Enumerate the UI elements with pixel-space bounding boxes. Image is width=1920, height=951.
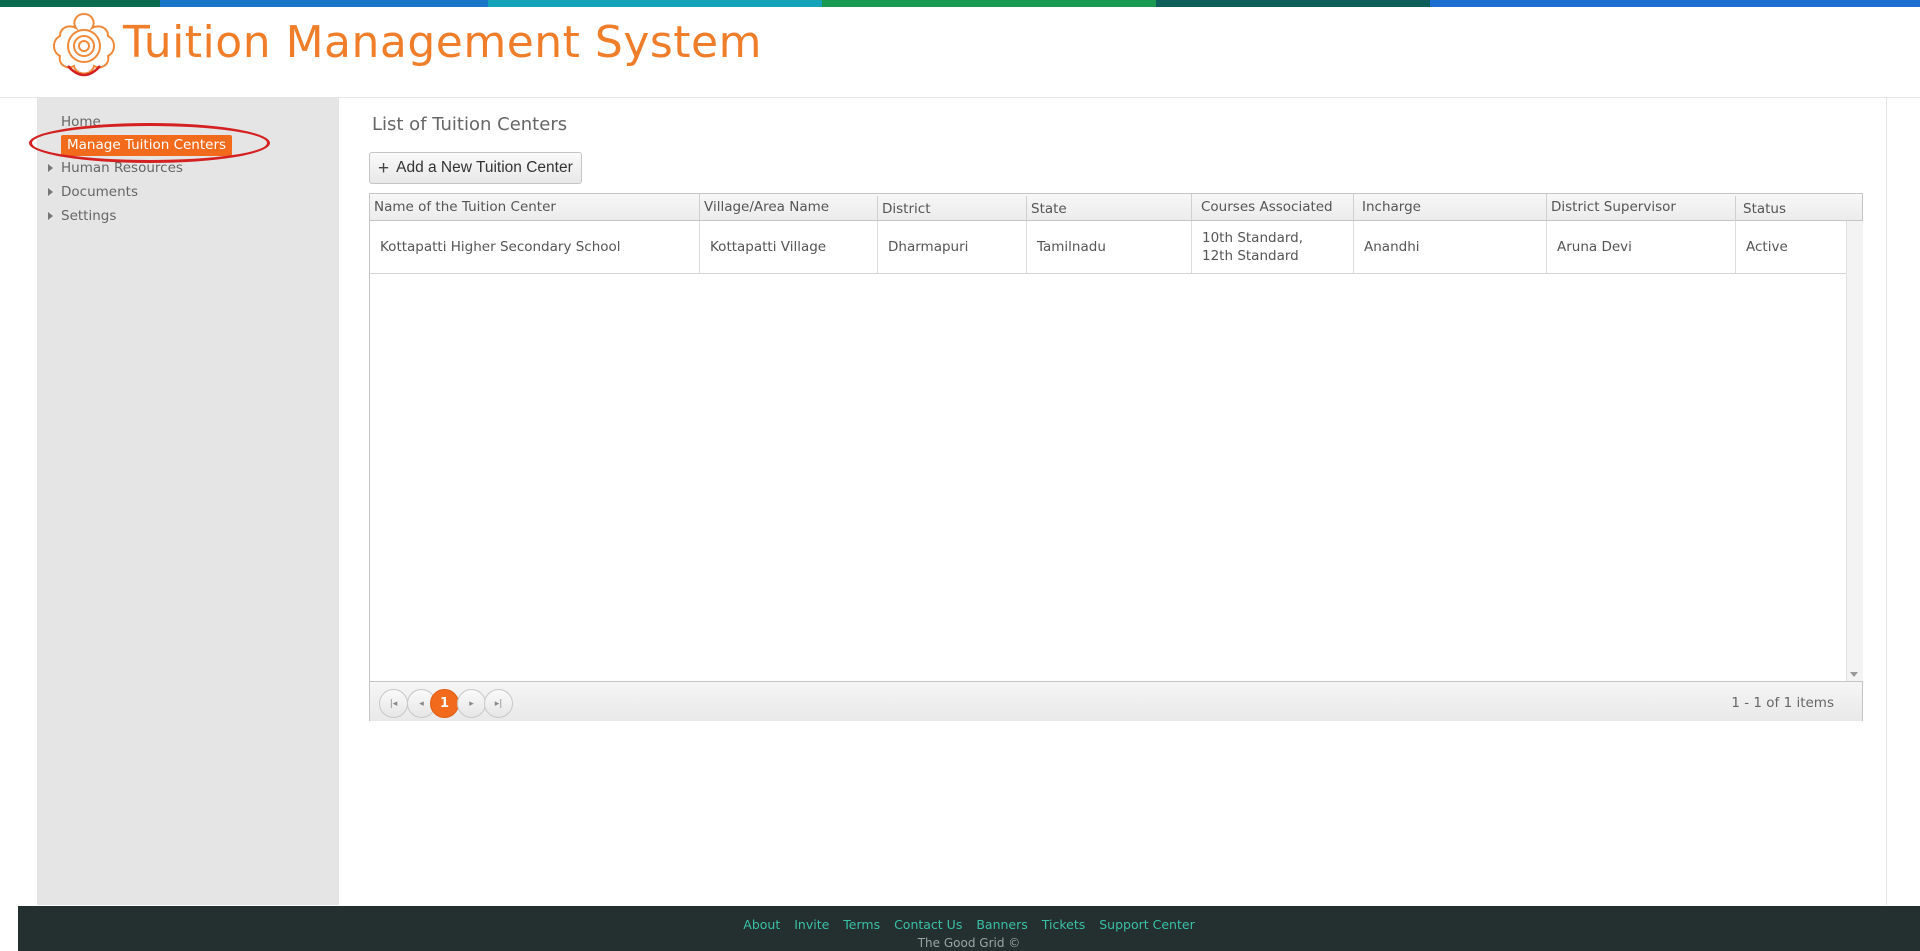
sidebar: Home Manage Tuition Centers Human Resour… [37, 98, 339, 905]
last-page-icon: ▸| [494, 698, 503, 709]
column-header-district-supervisor[interactable]: District Supervisor [1546, 194, 1736, 220]
last-page-button[interactable]: ▸| [484, 689, 513, 718]
add-button-label: Add a New Tuition Center [396, 159, 573, 176]
cell-district-supervisor: Aruna Devi [1546, 221, 1736, 273]
cell-incharge: Anandhi [1353, 221, 1547, 273]
next-page-icon: ▸ [469, 698, 474, 709]
first-page-icon: |◂ [389, 698, 398, 709]
expand-arrow-icon [48, 164, 53, 172]
footer-link-support-center[interactable]: Support Center [1099, 917, 1194, 932]
cell-village: Kottapatti Village [699, 221, 878, 273]
expand-arrow-icon [48, 188, 53, 196]
expand-arrow-icon [48, 212, 53, 220]
app-header: Tuition Management System [0, 7, 1920, 98]
cell-state: Tamilnadu [1026, 221, 1192, 273]
footer-link-tickets[interactable]: Tickets [1042, 917, 1086, 932]
next-page-button[interactable]: ▸ [457, 689, 486, 718]
column-header-name[interactable]: Name of the Tuition Center [370, 194, 699, 220]
column-header-village[interactable]: Village/Area Name [699, 194, 878, 220]
cell-courses: 10th Standard, 12th Standard [1191, 221, 1354, 273]
strip-segment-1 [0, 0, 160, 7]
strip-segment-6 [1430, 0, 1920, 7]
scroll-down-arrow-icon[interactable] [1850, 672, 1858, 677]
strip-segment-4 [822, 0, 1156, 7]
sidebar-item-label: Documents [61, 184, 138, 200]
flower-logo-icon [53, 12, 115, 77]
cell-district: Dharmapuri [877, 221, 1027, 273]
column-header-state[interactable]: State [1026, 196, 1192, 222]
page-title: List of Tuition Centers [372, 114, 568, 135]
footer-link-about[interactable]: About [743, 917, 780, 932]
strip-segment-2 [160, 0, 488, 7]
plus-icon: + [378, 157, 390, 179]
sidebar-item-settings[interactable]: Settings [48, 208, 117, 224]
strip-segment-3 [488, 0, 822, 7]
footer-link-terms[interactable]: Terms [843, 917, 880, 932]
column-header-district[interactable]: District [877, 196, 1027, 222]
add-tuition-center-button[interactable]: + Add a New Tuition Center [369, 152, 582, 184]
sidebar-item-label: Manage Tuition Centers [67, 137, 227, 153]
table-row[interactable]: Kottapatti Higher Secondary School Kotta… [370, 221, 1846, 274]
column-header-courses[interactable]: Courses Associated [1191, 194, 1354, 220]
grid-pager: |◂ ◂ 1 ▸ ▸| 1 - 1 of 1 items [370, 681, 1862, 721]
top-color-strip [0, 0, 1920, 7]
sidebar-item-manage-tuition-centers[interactable]: Manage Tuition Centers [61, 135, 233, 156]
pager-info: 1 - 1 of 1 items [1731, 695, 1834, 711]
vertical-scrollbar[interactable] [1846, 221, 1863, 681]
strip-segment-5 [1156, 0, 1430, 7]
sidebar-item-label: Home [61, 114, 101, 130]
column-header-status[interactable]: Status [1735, 196, 1847, 222]
page-1-button[interactable]: 1 [430, 689, 459, 718]
footer-link-banners[interactable]: Banners [976, 917, 1027, 932]
first-page-button[interactable]: |◂ [379, 689, 408, 718]
sidebar-item-documents[interactable]: Documents [48, 184, 138, 200]
sidebar-item-label: Human Resources [61, 160, 183, 176]
tuition-centers-grid: Name of the Tuition Center Village/Area … [369, 193, 1863, 721]
footer-link-invite[interactable]: Invite [794, 917, 829, 932]
footer: About Invite Terms Contact Us Banners Ti… [18, 906, 1920, 951]
footer-links: About Invite Terms Contact Us Banners Ti… [18, 917, 1920, 932]
prev-page-icon: ◂ [419, 698, 424, 709]
column-header-incharge[interactable]: Incharge [1353, 194, 1547, 220]
sidebar-item-home[interactable]: Home [61, 114, 101, 130]
sidebar-item-human-resources[interactable]: Human Resources [48, 160, 183, 176]
grid-header: Name of the Tuition Center Village/Area … [370, 194, 1862, 222]
content-right-border [1886, 98, 1887, 905]
sidebar-item-label: Settings [61, 208, 117, 224]
footer-copyright: The Good Grid © [917, 936, 1021, 950]
app-title: Tuition Management System [123, 17, 762, 68]
footer-link-contact-us[interactable]: Contact Us [894, 917, 962, 932]
cell-name: Kottapatti Higher Secondary School [380, 239, 621, 255]
cell-status: Active [1735, 221, 1847, 273]
